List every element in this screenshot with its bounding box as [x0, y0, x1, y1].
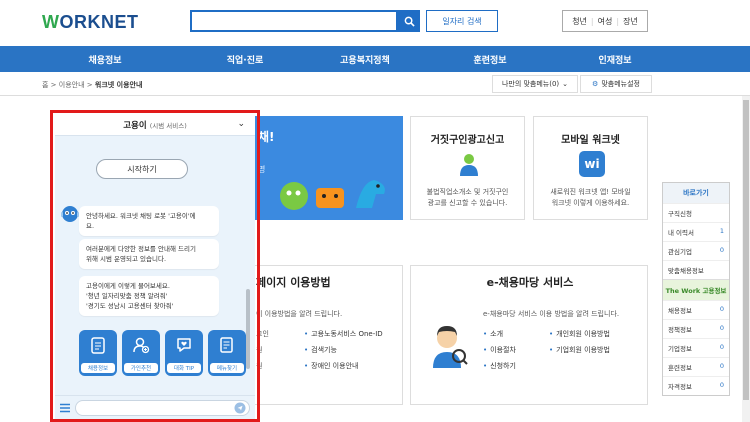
my-menu-dropdown[interactable]: 나만의 맞춤메뉴(0) ⌄	[492, 75, 578, 93]
e-recruit-link[interactable]: 소개	[483, 329, 503, 339]
banner-title: 채!	[258, 130, 275, 144]
nav-item-training[interactable]: 훈련정보	[430, 46, 550, 72]
breadcrumb-current: 워크넷 이용안내	[94, 81, 143, 89]
work-info-item[interactable]: 자격정보 0	[663, 376, 729, 395]
promo-banner[interactable]: 채! 명	[248, 116, 403, 220]
mobile-desc: 새로워진 워크넷 앱! 모바일 워크넷 이렇게 이용하세요.	[550, 188, 631, 207]
work-info-item[interactable]: 기업정보 0	[663, 338, 729, 357]
breadcrumb-bar: 홈 > 이용안내 > 워크넷 이용안내 나만의 맞춤메뉴(0) ⌄ ⚙ 맞춤메뉴…	[0, 72, 750, 96]
page-usage-link[interactable]: 장애인 이용안내	[304, 361, 358, 371]
audience-selector: 청년 | 여성 | 장년	[562, 10, 648, 32]
divider: |	[616, 16, 620, 26]
person-alert-icon	[460, 154, 478, 176]
nav-item-welfare[interactable]: 고용복지정책	[300, 46, 430, 72]
page-usage-desc: 이 이용방법을 알려 드립니다.	[256, 310, 343, 318]
mobile-worknet-card[interactable]: 모바일 워크넷 wi 새로워진 워크넷 앱! 모바일 워크넷 이렇게 이용하세요.	[533, 116, 648, 220]
work-info-title: The Work 고용정보	[663, 279, 729, 300]
job-search-button[interactable]: 일자리 검색	[426, 10, 498, 32]
e-recruit-desc: e-채용마당 서비스 이용 방법을 알려 드립니다.	[483, 310, 620, 318]
main-navigation: 채용정보 직업·진로 고용복지정책 훈련정보 인재정보	[0, 46, 750, 72]
worknet-logo[interactable]: WORKNET	[42, 12, 139, 33]
menu-setting-button[interactable]: ⚙ 맞춤메뉴설정	[580, 75, 652, 93]
nav-item-talent[interactable]: 인재정보	[550, 46, 680, 72]
page-scrollbar-thumb[interactable]	[743, 100, 749, 400]
fake-ad-report-card[interactable]: 거짓구인광고신고 불법직업소개소 및 거짓구인 광고를 신고할 수 있습니다.	[410, 116, 525, 220]
page-usage-box: 페이지 이용방법 이 이용방법을 알려 드립니다. 그인 원 원 고용노동서비스…	[245, 265, 403, 405]
work-info-item[interactable]: 정책정보 0	[663, 319, 729, 338]
worknet-app-icon: wi	[579, 151, 605, 177]
nav-item-career[interactable]: 직업·진로	[210, 46, 280, 72]
search-button[interactable]	[398, 10, 420, 32]
consultant-icon	[433, 326, 468, 368]
fake-ad-desc: 불법직업소개소 및 거짓구인 광고를 신고할 수 있습니다.	[426, 188, 509, 207]
site-header: WORKNET 일자리 검색 청년 | 여성 | 장년	[0, 0, 750, 46]
search-icon	[404, 16, 415, 27]
quick-menu: 바로가기 구직신청 내 이력서 1 관심기업 0 맞춤채용정보 The Work 고…	[662, 182, 730, 396]
e-recruit-link[interactable]: 이용절차	[483, 345, 516, 355]
e-recruit-link[interactable]: 신청하기	[483, 361, 516, 371]
quick-menu-item[interactable]: 관심기업 0	[663, 241, 729, 260]
e-recruit-box: e-채용마당 서비스 e-채용마당 서비스 이용 방법을 알려 드립니다. 소개…	[410, 265, 648, 405]
page-usage-title: 페이지 이용방법	[256, 276, 331, 289]
character-illustration	[280, 180, 385, 210]
quick-menu-title: 바로가기	[663, 183, 729, 203]
nav-item-jobs[interactable]: 채용정보	[0, 46, 210, 72]
quick-menu-item[interactable]: 맞춤채용정보	[663, 260, 729, 279]
breadcrumb-level1[interactable]: 이용안내	[59, 81, 85, 89]
gear-icon: ⚙	[592, 80, 599, 88]
chevron-down-icon: ⌄	[562, 80, 569, 88]
page-usage-link[interactable]: 검색기능	[304, 345, 337, 355]
e-recruit-link[interactable]: 기업회원 이용방법	[549, 345, 610, 355]
audience-senior[interactable]: 장년	[623, 16, 638, 27]
quick-menu-item[interactable]: 구직신청	[663, 203, 729, 222]
quick-menu-item[interactable]: 내 이력서 1	[663, 222, 729, 241]
breadcrumb: 홈 > 이용안내 > 워크넷 이용안내	[42, 81, 143, 89]
page-usage-link[interactable]: 고용노동서비스 One-ID	[304, 329, 383, 339]
search-input[interactable]	[190, 10, 398, 32]
e-recruit-title: e-채용마당 서비스	[486, 276, 574, 289]
audience-youth[interactable]: 청년	[572, 16, 587, 27]
breadcrumb-home[interactable]: 홈	[42, 81, 48, 89]
work-info-item[interactable]: 훈련정보 0	[663, 357, 729, 376]
work-info-item[interactable]: 채용정보 0	[663, 300, 729, 319]
audience-women[interactable]: 여성	[598, 16, 613, 27]
divider: |	[590, 16, 594, 26]
e-recruit-link[interactable]: 개인회원 이용방법	[549, 329, 610, 339]
highlight-frame	[50, 110, 260, 422]
